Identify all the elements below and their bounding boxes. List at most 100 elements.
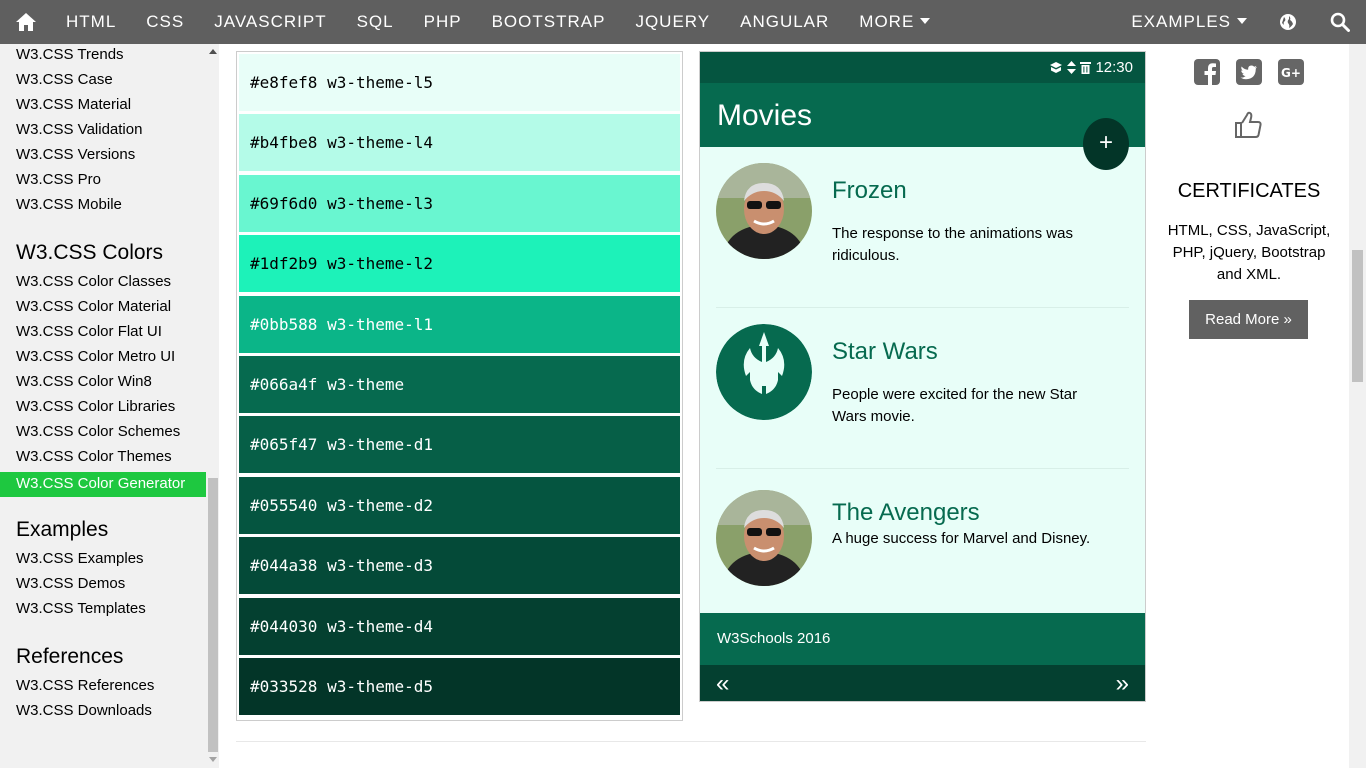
nav-examples[interactable]: EXAMPLES (1116, 0, 1262, 44)
theme-swatch: #0bb588 w3-theme-l1 (239, 295, 680, 353)
sidebar-item[interactable]: W3.CSS References (0, 676, 219, 701)
nav-bootstrap[interactable]: BOOTSTRAP (477, 0, 621, 44)
sidebar-heading-references: References (16, 645, 124, 668)
nav-angular[interactable]: ANGULAR (725, 0, 844, 44)
theme-swatch: #066a4f w3-theme (239, 355, 680, 413)
like-button[interactable] (1233, 110, 1263, 145)
theme-swatch: #e8fef8 w3-theme-l5 (239, 54, 680, 111)
sidebar: W3.CSS Trends W3.CSS Case W3.CSS Material W… (0, 44, 219, 768)
sidebar-item[interactable]: W3.CSS Examples (0, 549, 219, 574)
movie-title: Frozen (832, 177, 907, 204)
page-scroll-thumb[interactable] (1352, 250, 1363, 382)
app-pagination: « » (700, 665, 1145, 701)
app-footer: W3Schools 2016 (700, 613, 1145, 665)
sidebar-item[interactable]: W3.CSS Color Libraries (0, 397, 219, 422)
right-column: G+ CERTIFICATES HTML, CSS, JavaScript, P… (1151, 44, 1347, 768)
sidebar-scroll-thumb[interactable] (208, 478, 218, 752)
nav-php[interactable]: PHP (409, 0, 477, 44)
globe-icon (1280, 14, 1296, 30)
movie-title: Star Wars (832, 338, 938, 365)
sidebar-item[interactable]: W3.CSS Color Win8 (0, 372, 219, 397)
sidebar-heading-examples: Examples (16, 518, 109, 541)
app-bar: Movies (700, 83, 1145, 147)
avatar (716, 490, 812, 586)
nav-html[interactable]: HTML (51, 0, 131, 44)
theme-swatch: #065f47 w3-theme-d1 (239, 416, 680, 474)
theme-swatch: #055540 w3-theme-d2 (239, 476, 680, 534)
translate-button[interactable] (1262, 0, 1314, 44)
sidebar-item[interactable]: W3.CSS Mobile (0, 195, 219, 220)
status-time: 12:30 (1095, 59, 1133, 76)
nav-more[interactable]: MORE (844, 0, 945, 44)
sidebar-item[interactable]: W3.CSS Color Schemes (0, 422, 219, 447)
nav-javascript[interactable]: JAVASCRIPT (199, 0, 341, 44)
social-links: G+ (1151, 58, 1347, 86)
caret-down-icon (1237, 17, 1247, 24)
read-more-button[interactable]: Read More » (1189, 300, 1308, 339)
nav-sql[interactable]: SQL (342, 0, 409, 44)
search-button[interactable] (1314, 0, 1366, 44)
theme-swatch: #69f6d0 w3-theme-l3 (239, 174, 680, 232)
sidebar-item[interactable]: W3.CSS Color Classes (0, 272, 219, 297)
mobile-app-preview: 12:30 Movies + Frozen The response to th… (699, 51, 1146, 702)
facebook-icon[interactable] (1193, 58, 1221, 86)
divider (236, 741, 1146, 742)
movie-title: The Avengers (832, 499, 980, 526)
theme-swatch: #b4fbe8 w3-theme-l4 (239, 114, 680, 172)
certificates-heading: CERTIFICATES (1177, 180, 1321, 202)
status-bar: 12:30 (700, 52, 1145, 83)
certificates-description: HTML, CSS, JavaScript, PHP, jQuery, Boot… (1167, 222, 1331, 283)
sidebar-item[interactable]: W3.CSS Case (0, 70, 219, 95)
sidebar-item[interactable]: W3.CSS Color Metro UI (0, 347, 219, 372)
search-icon (1330, 12, 1350, 32)
trash-icon (1080, 62, 1092, 74)
sidebar-item[interactable]: W3.CSS Color Material (0, 297, 219, 322)
sidebar-item[interactable]: W3.CSS Validation (0, 120, 219, 145)
next-button[interactable]: » (1116, 670, 1129, 698)
home-button[interactable] (0, 0, 51, 44)
previous-button[interactable]: « (716, 670, 729, 698)
rebel-alliance-logo (716, 324, 812, 420)
sidebar-item[interactable]: W3.CSS Pro (0, 170, 219, 195)
theme-swatch: #1df2b9 w3-theme-l2 (239, 235, 680, 293)
sidebar-item[interactable]: W3.CSS Color Themes (0, 447, 219, 472)
svg-text:G+: G+ (1281, 66, 1301, 80)
theme-swatch: #044a38 w3-theme-d3 (239, 537, 680, 595)
sidebar-item[interactable]: W3.CSS Demos (0, 574, 219, 599)
page-scrollbar[interactable] (1349, 44, 1366, 768)
thumbs-up-icon (1235, 111, 1262, 138)
home-icon (15, 13, 36, 31)
scroll-down-arrow-icon[interactable] (209, 757, 217, 762)
sidebar-item[interactable]: W3.CSS Trends (0, 45, 219, 70)
google-plus-icon[interactable]: G+ (1277, 58, 1305, 86)
sidebar-scrollbar[interactable] (206, 44, 219, 768)
theme-swatch: #033528 w3-theme-d5 (239, 657, 680, 715)
dropbox-icon (1050, 62, 1063, 73)
list-item[interactable]: Star Wars People were excited for the ne… (716, 308, 1129, 469)
list-item[interactable]: The Avengers A huge success for Marvel a… (716, 469, 1129, 630)
nav-jquery[interactable]: JQUERY (620, 0, 725, 44)
movie-description: A huge success for Marvel and Disney. (832, 530, 1091, 547)
app-title: Movies (717, 99, 813, 132)
add-movie-button[interactable]: + (1083, 118, 1129, 170)
sidebar-heading-colors: W3.CSS Colors (16, 241, 164, 264)
movie-description: The response to the animations was ridic… (832, 225, 1073, 264)
sidebar-item[interactable]: W3.CSS Color Flat UI (0, 322, 219, 347)
sidebar-item-color-generator[interactable]: W3.CSS Color Generator (0, 472, 219, 497)
sidebar-item[interactable]: W3.CSS Downloads (0, 701, 219, 726)
twitter-icon[interactable] (1235, 58, 1263, 86)
nav-more-label: MORE (859, 12, 915, 31)
avatar (716, 163, 812, 259)
theme-swatch: #044030 w3-theme-d4 (239, 597, 680, 655)
caret-down-icon (920, 17, 931, 24)
nav-css[interactable]: CSS (131, 0, 199, 44)
scroll-up-arrow-icon[interactable] (209, 49, 217, 54)
sidebar-item[interactable]: W3.CSS Templates (0, 599, 219, 624)
top-navigation: HTML CSS JAVASCRIPT SQL PHP BOOTSTRAP JQ… (0, 0, 1366, 44)
sort-icon (1067, 61, 1077, 74)
movie-description: People were excited for the new Star War… (832, 386, 1078, 425)
list-item[interactable]: Frozen The response to the animations wa… (716, 147, 1129, 308)
sidebar-item[interactable]: W3.CSS Material (0, 95, 219, 120)
theme-swatch-panel: #e8fef8 w3-theme-l5 #b4fbe8 w3-theme-l4 #6… (236, 51, 683, 721)
sidebar-item[interactable]: W3.CSS Versions (0, 145, 219, 170)
